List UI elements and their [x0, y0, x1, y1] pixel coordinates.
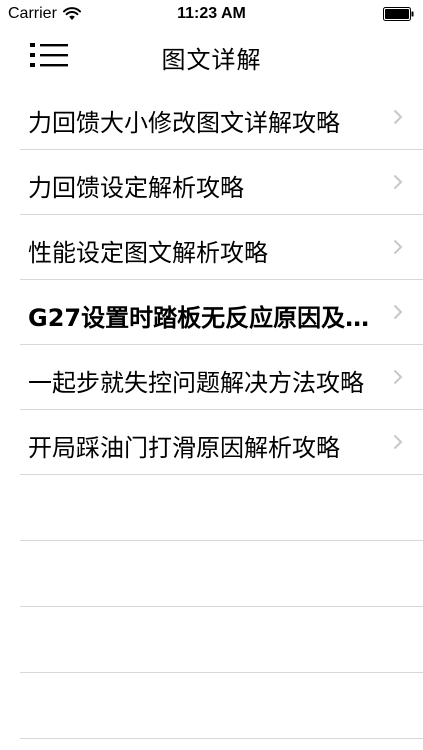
list-item-label: 力回馈大小修改图文详解攻略	[28, 109, 340, 137]
chevron-right-icon	[393, 304, 403, 320]
list-item[interactable]: G27设置时踏板无反应原因及解决	[20, 280, 423, 345]
status-bar: Carrier 11:23 AM	[0, 0, 423, 28]
list-item[interactable]: 力回馈设定解析攻略	[20, 150, 423, 215]
list-item[interactable]: 一起步就失控问题解决方法攻略	[20, 345, 423, 410]
chevron-right-icon	[393, 369, 403, 385]
status-time: 11:23 AM	[177, 5, 246, 22]
article-list: 力回馈大小修改图文详解攻略 力回馈设定解析攻略 性能设定图文解析攻略 G27设置…	[0, 85, 423, 739]
battery-icon	[383, 7, 414, 21]
list-item[interactable]: 开局踩油门打滑原因解析攻略	[20, 410, 423, 475]
list-item-label: G27设置时踏板无反应原因及解决	[28, 304, 393, 332]
nav-bar: 图文详解	[0, 28, 423, 82]
page-title: 图文详解	[161, 46, 262, 74]
list-item-label: 性能设定图文解析攻略	[28, 239, 268, 267]
list-item[interactable]: 性能设定图文解析攻略	[20, 215, 423, 280]
empty-row	[20, 541, 423, 607]
chevron-right-icon	[393, 434, 403, 450]
list-item-label: 开局踩油门打滑原因解析攻略	[28, 434, 340, 462]
chevron-right-icon	[393, 174, 403, 190]
empty-row	[20, 607, 423, 673]
empty-row	[20, 673, 423, 739]
empty-row	[20, 475, 423, 541]
chevron-right-icon	[393, 239, 403, 255]
list-item[interactable]: 力回馈大小修改图文详解攻略	[20, 85, 423, 150]
chevron-right-icon	[393, 109, 403, 125]
list-item-label: 一起步就失控问题解决方法攻略	[28, 369, 364, 397]
list-item-label: 力回馈设定解析攻略	[28, 174, 244, 202]
